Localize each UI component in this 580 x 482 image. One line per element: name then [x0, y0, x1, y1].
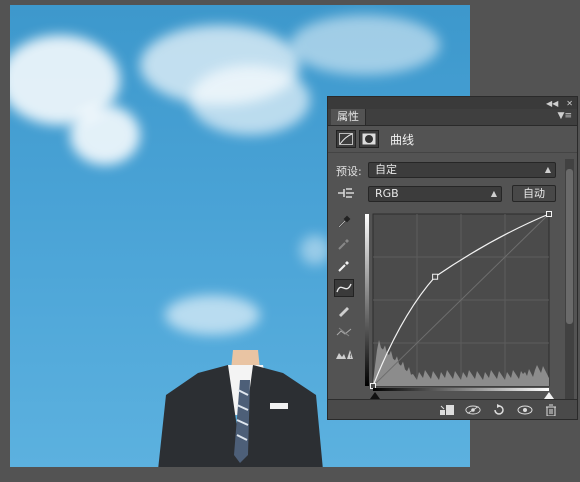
output-gradient-bar [373, 388, 549, 391]
cloud [300, 235, 330, 265]
panel-collapse-icon[interactable]: ◀◀ [546, 99, 558, 108]
black-point-slider-icon[interactable] [370, 392, 380, 399]
adjustment-header: 曲线 [328, 126, 577, 153]
reset-icon[interactable] [491, 403, 507, 416]
delete-icon[interactable] [543, 404, 559, 416]
headless-suit-image [158, 350, 323, 467]
preset-value: 自定 [375, 163, 397, 176]
cloud [290, 15, 440, 75]
panel-topbar: ◀◀ ✕ [328, 97, 577, 109]
curves-adjustment-icon[interactable] [336, 130, 356, 148]
scrollbar-thumb[interactable] [566, 169, 573, 324]
sample-black-eyedropper-icon[interactable] [334, 213, 354, 231]
curve-point-tool-icon[interactable] [334, 279, 354, 297]
smooth-curve-icon[interactable] [334, 323, 354, 341]
visibility-eye-icon[interactable] [517, 404, 533, 416]
panel-title: 曲线 [390, 132, 415, 147]
clip-to-layer-icon[interactable] [439, 404, 455, 416]
curve-control-point[interactable] [432, 273, 439, 280]
cloud [70, 105, 140, 165]
panel-scrollbar[interactable] [565, 159, 574, 399]
preset-select[interactable]: 自定 ▲ [368, 162, 556, 178]
layer-mask-icon[interactable] [359, 130, 379, 148]
properties-panel: ◀◀ ✕ 属性 ▼≡ 曲线 预设: 自定 ▲ RGB ▲ 自动 ! [327, 96, 578, 420]
white-point-slider-icon[interactable] [544, 392, 554, 399]
preset-label: 预设: [336, 165, 362, 178]
sample-white-eyedropper-icon[interactable] [334, 257, 354, 275]
on-image-adjust-icon[interactable] [336, 186, 356, 200]
panel-close-icon[interactable]: ✕ [566, 99, 573, 108]
clipping-warning-icon[interactable]: ! [334, 345, 354, 363]
cloud [165, 295, 260, 335]
curve-control-point[interactable] [546, 211, 552, 217]
svg-text:!: ! [349, 353, 351, 360]
auto-button[interactable]: 自动 [512, 185, 556, 202]
input-gradient-bar [365, 214, 369, 386]
channel-value: RGB [375, 187, 399, 200]
view-previous-state-icon[interactable] [465, 404, 481, 416]
tab-properties[interactable]: 属性 [331, 109, 366, 125]
pencil-draw-icon[interactable] [334, 301, 354, 319]
curve-control-point[interactable] [370, 383, 376, 389]
sample-gray-eyedropper-icon[interactable] [334, 235, 354, 253]
panel-bottom-bar [328, 399, 577, 419]
cloud [190, 65, 310, 135]
channel-select[interactable]: RGB ▲ [368, 186, 502, 202]
curves-tool-column: ! [334, 213, 356, 367]
select-arrows-icon: ▲ [490, 189, 497, 198]
panel-tabbar: 属性 ▼≡ [328, 109, 577, 126]
select-arrows-icon: ▲ [544, 165, 551, 174]
curves-graph[interactable] [365, 210, 553, 392]
panel-menu-icon[interactable]: ▼≡ [558, 111, 572, 121]
